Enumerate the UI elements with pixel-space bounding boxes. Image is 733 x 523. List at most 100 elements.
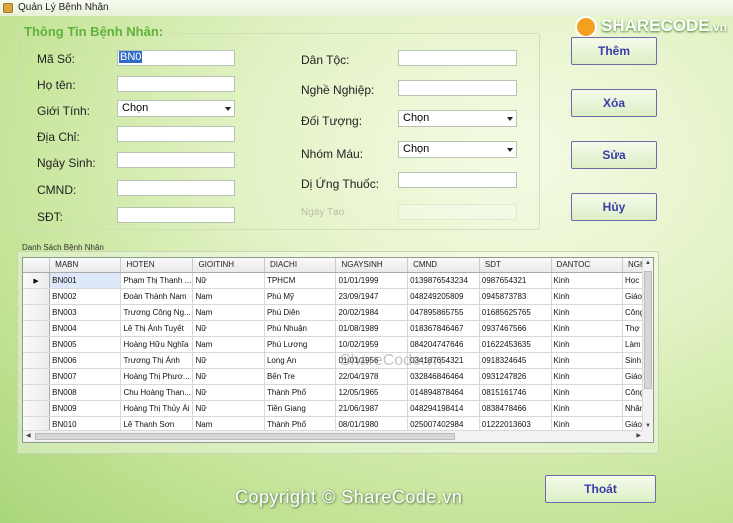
table-cell[interactable]: 0987654321 xyxy=(479,272,552,289)
table-cell[interactable]: Nam xyxy=(192,288,265,305)
table-row[interactable]: BN005 Hoàng Hữu Nghĩa Nam Phú Lương 10/02/19… xyxy=(23,336,653,353)
sua-button[interactable]: Sửa xyxy=(571,141,657,169)
row-header[interactable] xyxy=(23,400,51,417)
table-cell[interactable]: Trương Thị Ánh xyxy=(120,352,194,369)
table-cell[interactable]: Kinh xyxy=(551,400,624,417)
table-cell[interactable]: Hoàng Thị Phươ... xyxy=(120,368,194,385)
column-header[interactable]: HOTEN xyxy=(120,258,194,273)
table-row[interactable]: BN002 Đoàn Thành Nam Nam Phú Mỹ 23/09/1947 04… xyxy=(23,288,653,305)
table-cell[interactable]: BN005 xyxy=(49,336,122,353)
nghe-nghiep-field[interactable] xyxy=(398,80,517,96)
scroll-left-icon[interactable]: ◀ xyxy=(26,432,31,439)
table-cell[interactable]: 01622453635 xyxy=(479,336,552,353)
table-cell[interactable]: BN001 xyxy=(49,272,122,289)
table-cell[interactable]: Kinh xyxy=(551,304,624,321)
table-cell[interactable]: Bến Tre xyxy=(264,368,337,385)
table-cell[interactable]: 048294198414 xyxy=(407,400,480,417)
table-row[interactable]: BN009 Hoàng Thị Thủy Ái Nữ Tiền Giang 21/06/… xyxy=(23,400,653,417)
patient-grid[interactable]: MABN HOTEN GIOITINH DIACHI NGAYSINH CMND SDT DA… xyxy=(22,257,654,443)
sdt-field[interactable] xyxy=(117,207,235,223)
ma-so-field[interactable]: BN0 xyxy=(117,50,235,66)
table-cell[interactable]: 0918324645 xyxy=(479,352,552,369)
table-cell[interactable]: 01685625765 xyxy=(479,304,552,321)
horizontal-scroll-thumb[interactable] xyxy=(35,433,455,440)
nhom-mau-select[interactable]: Chọn xyxy=(398,141,517,158)
table-cell[interactable]: Thành Phố xyxy=(264,384,337,401)
table-cell[interactable]: 22/04/1978 xyxy=(335,368,409,385)
column-header[interactable]: NGAYSINH xyxy=(335,258,409,273)
scroll-down-icon[interactable]: ▼ xyxy=(645,423,651,429)
table-cell[interactable]: Kinh xyxy=(551,384,624,401)
table-cell[interactable]: 048249205809 xyxy=(407,288,480,305)
table-cell[interactable]: Nữ xyxy=(192,384,265,401)
row-header[interactable] xyxy=(23,272,51,289)
column-header[interactable]: DIACHI xyxy=(264,258,337,273)
table-cell[interactable]: Phú Diên xyxy=(264,304,337,321)
row-header[interactable] xyxy=(23,368,51,385)
table-cell[interactable]: 0945873783 xyxy=(479,288,552,305)
table-row[interactable]: BN008 Chu Hoàng Than... Nữ Thành Phố 12/05/1… xyxy=(23,384,653,401)
scroll-up-icon[interactable]: ▲ xyxy=(645,260,651,266)
horizontal-scrollbar[interactable]: ◀ ▶ xyxy=(23,430,644,442)
table-cell[interactable]: Nữ xyxy=(192,352,265,369)
table-cell[interactable]: Kinh xyxy=(551,352,624,369)
table-cell[interactable]: 01/08/1989 xyxy=(335,320,409,337)
table-row[interactable]: BN003 Trương Công Ng... Nam Phú Diên 20/02/1… xyxy=(23,304,653,321)
table-cell[interactable]: Phú Lương xyxy=(264,336,337,353)
table-cell[interactable]: Kinh xyxy=(551,368,624,385)
column-header[interactable]: DANTOC xyxy=(551,258,624,273)
table-cell[interactable]: 10/02/1959 xyxy=(335,336,409,353)
table-cell[interactable]: TPHCM xyxy=(264,272,337,289)
table-cell[interactable]: 0838478466 xyxy=(479,400,552,417)
di-ung-field[interactable] xyxy=(398,172,517,188)
table-cell[interactable]: Long An xyxy=(264,352,337,369)
row-header[interactable] xyxy=(23,304,51,321)
table-cell[interactable]: BN003 xyxy=(49,304,122,321)
table-cell[interactable]: Tiền Giang xyxy=(264,400,337,417)
column-header[interactable]: CMND xyxy=(407,258,480,273)
table-cell[interactable]: Nữ xyxy=(192,320,265,337)
table-cell[interactable]: Nữ xyxy=(192,368,265,385)
ngay-sinh-field[interactable] xyxy=(117,152,235,168)
table-row[interactable]: BN007 Hoàng Thị Phươ... Nữ Bến Tre 22/04/197… xyxy=(23,368,653,385)
doi-tuong-select[interactable]: Chọn xyxy=(398,110,517,127)
table-cell[interactable]: BN008 xyxy=(49,384,122,401)
ho-ten-field[interactable] xyxy=(117,76,235,92)
row-header[interactable] xyxy=(23,352,51,369)
table-cell[interactable]: Kinh xyxy=(551,288,624,305)
table-cell[interactable]: Đoàn Thành Nam xyxy=(120,288,194,305)
table-cell[interactable]: Kinh xyxy=(551,336,624,353)
table-cell[interactable]: Kinh xyxy=(551,272,624,289)
table-cell[interactable]: BN004 xyxy=(49,320,122,337)
table-row[interactable]: BN004 Lê Thị Ánh Tuyết Nữ Phú Nhuận 01/08/19… xyxy=(23,320,653,337)
table-cell[interactable]: 20/02/1984 xyxy=(335,304,409,321)
table-cell[interactable]: 0815161746 xyxy=(479,384,552,401)
table-cell[interactable]: 0931247826 xyxy=(479,368,552,385)
table-cell[interactable]: BN009 xyxy=(49,400,122,417)
table-cell[interactable]: 01/01/1999 xyxy=(335,272,409,289)
table-cell[interactable]: Nữ xyxy=(192,272,265,289)
table-cell[interactable]: 032846846464 xyxy=(407,368,480,385)
row-header[interactable] xyxy=(23,320,51,337)
column-header[interactable]: MABN xyxy=(49,258,122,273)
table-cell[interactable]: Lê Thị Ánh Tuyết xyxy=(120,320,194,337)
table-cell[interactable]: Chu Hoàng Than... xyxy=(120,384,194,401)
table-row[interactable]: BN001Phạm Thị Thanh ...NữTPHCM01/01/1999… xyxy=(23,272,653,289)
table-cell[interactable]: 014894878464 xyxy=(407,384,480,401)
table-cell[interactable]: BN006 xyxy=(49,352,122,369)
table-cell[interactable]: Trương Công Ng... xyxy=(120,304,194,321)
table-cell[interactable]: BN002 xyxy=(49,288,122,305)
scroll-right-icon[interactable]: ▶ xyxy=(636,432,641,439)
table-cell[interactable]: Hoàng Thị Thủy Ái xyxy=(120,400,194,417)
table-cell[interactable]: Phạm Thị Thanh ... xyxy=(120,272,194,289)
table-cell[interactable]: 0139876543234 xyxy=(407,272,480,289)
row-header[interactable] xyxy=(23,336,51,353)
them-button[interactable]: Thêm xyxy=(571,37,657,65)
thoat-button[interactable]: Thoát xyxy=(545,475,656,503)
table-cell[interactable]: Phú Mỹ xyxy=(264,288,337,305)
table-cell[interactable]: 01836784646​7 xyxy=(407,320,480,337)
table-cell[interactable]: 12/05/1965 xyxy=(335,384,409,401)
table-cell[interactable]: 21/06/1987 xyxy=(335,400,409,417)
gioi-tinh-select[interactable]: Chọn xyxy=(117,100,235,117)
row-header[interactable] xyxy=(23,288,51,305)
